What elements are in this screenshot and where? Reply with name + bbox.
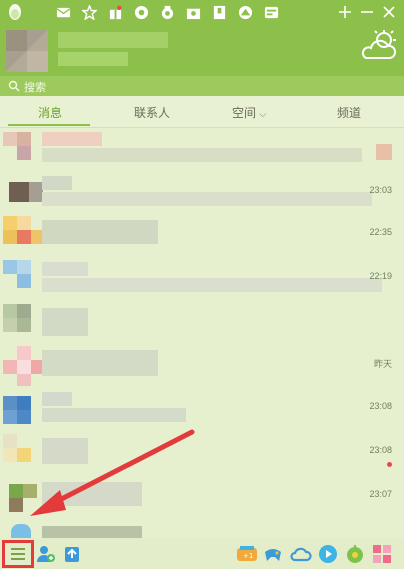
app-manager-icon[interactable] xyxy=(372,544,392,564)
search-placeholder: 搜索 xyxy=(24,82,46,94)
gift-icon[interactable] xyxy=(102,2,128,22)
file-transfer-icon[interactable] xyxy=(62,544,82,564)
active-tab-indicator xyxy=(8,124,90,126)
bag-icon[interactable] xyxy=(154,2,180,22)
video-icon[interactable] xyxy=(318,544,338,564)
tab-contacts[interactable]: 联系人 xyxy=(134,104,170,121)
add-contact-icon[interactable] xyxy=(36,544,56,564)
contact-avatar xyxy=(3,304,43,344)
close-icon[interactable] xyxy=(379,2,399,22)
contact-avatar xyxy=(3,132,43,172)
contact-avatar xyxy=(3,434,43,474)
contact-avatar xyxy=(3,478,43,518)
tab-messages[interactable]: 消息 xyxy=(38,104,62,121)
main-menu-button[interactable] xyxy=(2,540,34,568)
message-time: 23:03 xyxy=(369,185,392,195)
message-time: 昨天 xyxy=(373,359,392,369)
search-bar[interactable]: 搜索 xyxy=(0,76,404,96)
conversation-row[interactable]: 22:35 xyxy=(0,216,404,260)
mail-icon[interactable] xyxy=(50,2,76,22)
music-icon[interactable] xyxy=(128,2,154,22)
tab-space-label: 空间 xyxy=(232,106,257,120)
game-icon[interactable]: +1 xyxy=(236,544,257,564)
star-icon[interactable] xyxy=(76,2,102,22)
contact-avatar xyxy=(3,174,43,214)
unread-dot xyxy=(387,462,392,467)
conversation-row[interactable]: 23:08 xyxy=(0,390,404,434)
title-bar xyxy=(0,0,404,24)
profile-header xyxy=(0,24,404,76)
qq-penguin-icon xyxy=(6,2,24,22)
svg-text:+1: +1 xyxy=(243,552,253,560)
contact-avatar xyxy=(3,216,45,256)
conversation-row[interactable]: 23:08 xyxy=(0,434,404,478)
contact-avatar xyxy=(3,390,43,430)
nickname-blurred[interactable] xyxy=(58,32,168,48)
chevron-down-icon: ⌵ xyxy=(259,109,267,119)
conversation-row[interactable]: 23:03 xyxy=(0,174,404,218)
contact-avatar xyxy=(3,524,43,538)
mini-app-icon[interactable] xyxy=(258,2,284,22)
minimize-icon[interactable] xyxy=(357,2,377,22)
message-time: 23:08 xyxy=(369,401,392,411)
browser-icon[interactable] xyxy=(232,2,258,22)
message-time: 22:19 xyxy=(369,271,392,281)
conversation-row[interactable] xyxy=(0,522,404,538)
signature-blurred[interactable] xyxy=(58,52,128,66)
conversation-row[interactable]: 23:07 xyxy=(0,478,404,522)
main-tabs: 消息 联系人 空间 ⌵ 频道 xyxy=(0,96,404,205)
conversation-row[interactable]: 昨天 xyxy=(0,346,404,390)
add-icon[interactable] xyxy=(335,2,355,22)
contact-avatar xyxy=(3,346,45,386)
shop-icon[interactable] xyxy=(180,2,206,22)
tab-space[interactable]: 空间 ⌵ xyxy=(232,104,266,121)
conversation-row[interactable]: 22:19 xyxy=(0,260,404,304)
avatar[interactable] xyxy=(6,30,48,72)
message-time: 23:07 xyxy=(369,489,392,499)
bottom-toolbar xyxy=(0,538,404,569)
contact-avatar xyxy=(3,260,43,300)
search-icon xyxy=(8,79,20,97)
weather-icon[interactable] xyxy=(360,30,398,62)
message-time: 22:35 xyxy=(369,227,392,237)
conversation-row[interactable] xyxy=(0,130,404,174)
lucky-icon[interactable] xyxy=(345,544,365,564)
message-time: 23:08 xyxy=(369,445,392,455)
tab-channels[interactable]: 频道 xyxy=(337,104,361,121)
book-icon[interactable] xyxy=(206,2,232,22)
weiyun-icon[interactable] xyxy=(290,544,312,564)
conversation-row[interactable] xyxy=(0,304,404,348)
controller-icon[interactable] xyxy=(263,544,283,564)
